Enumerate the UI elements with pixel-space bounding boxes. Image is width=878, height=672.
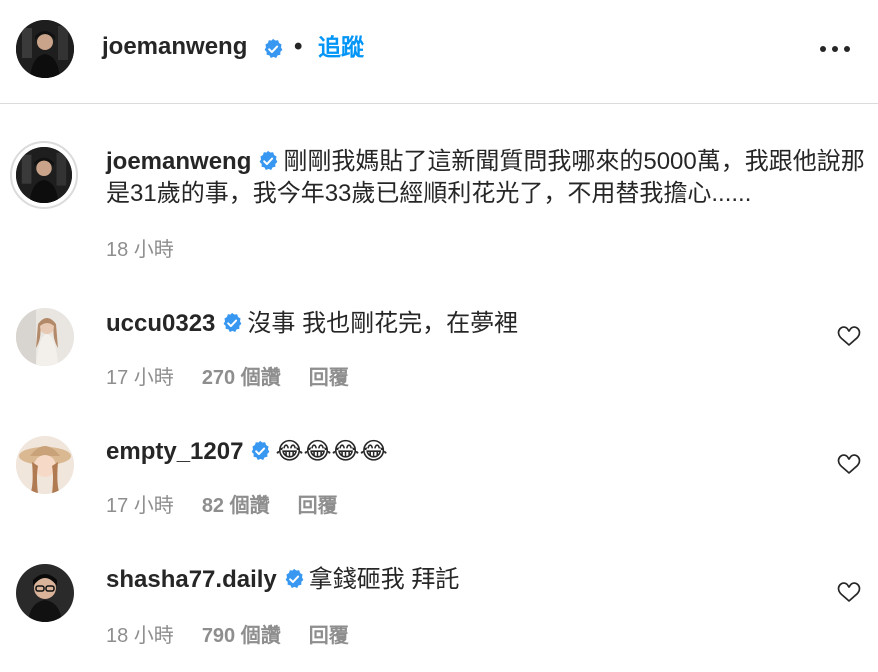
comment-username[interactable]: empty_1207: [106, 438, 243, 465]
verified-badge-icon: [283, 568, 305, 596]
comment-text: 拿錢砸我 拜託: [308, 566, 460, 593]
more-options-icon[interactable]: [820, 40, 850, 58]
comment-time[interactable]: 17 小時: [106, 495, 174, 517]
follow-button[interactable]: 追蹤: [318, 30, 364, 64]
comment-text: 沒事 我也剛花完，在夢裡: [247, 310, 519, 337]
caption-meta: 18 小時: [106, 236, 202, 264]
reply-button[interactable]: 回覆: [298, 495, 338, 517]
commenter-avatar[interactable]: [16, 436, 74, 494]
comment-text: 😂😂😂😂: [275, 438, 388, 465]
reply-button[interactable]: 回覆: [309, 367, 349, 389]
reply-button[interactable]: 回覆: [309, 625, 349, 647]
verified-badge-icon: [221, 312, 243, 340]
header-avatar[interactable]: [16, 20, 74, 78]
comment-likes[interactable]: 790 個讚: [202, 625, 281, 647]
heart-icon[interactable]: [836, 580, 862, 604]
comment-body: uccu0323 沒事 我也剛花完，在夢裡: [106, 308, 518, 340]
comment-username[interactable]: uccu0323: [106, 310, 215, 337]
heart-icon[interactable]: [836, 324, 862, 348]
comment-body: empty_1207 😂😂😂😂: [106, 436, 388, 468]
heart-icon[interactable]: [836, 452, 862, 476]
comment-likes[interactable]: 82 個讚: [202, 495, 270, 517]
caption-avatar[interactable]: [10, 141, 78, 209]
commenter-avatar[interactable]: [16, 308, 74, 366]
verified-badge-icon: [262, 38, 284, 65]
header-separator: •: [294, 33, 303, 60]
comment-time[interactable]: 17 小時: [106, 367, 174, 389]
comment-meta: 17 小時 82 個讚 回覆: [106, 492, 366, 520]
post-header: joemanweng • 追蹤: [0, 0, 878, 104]
verified-badge-icon: [257, 150, 279, 178]
caption-username[interactable]: joemanweng: [106, 148, 251, 175]
comment-meta: 18 小時 790 個讚 回覆: [106, 622, 377, 650]
comment-time[interactable]: 18 小時: [106, 625, 174, 647]
caption: joemanweng 剛剛我媽貼了這新聞質問我哪來的5000萬，我跟他說那是31歲…: [106, 146, 866, 210]
comment-meta: 17 小時 270 個讚 回覆: [106, 364, 377, 392]
caption-time[interactable]: 18 小時: [106, 239, 174, 261]
header-username[interactable]: joemanweng: [102, 30, 247, 64]
comment-body: shasha77.daily 拿錢砸我 拜託: [106, 564, 459, 596]
comment-likes[interactable]: 270 個讚: [202, 367, 281, 389]
verified-badge-icon: [249, 440, 271, 468]
commenter-avatar[interactable]: [16, 564, 74, 622]
comment-username[interactable]: shasha77.daily: [106, 566, 277, 593]
